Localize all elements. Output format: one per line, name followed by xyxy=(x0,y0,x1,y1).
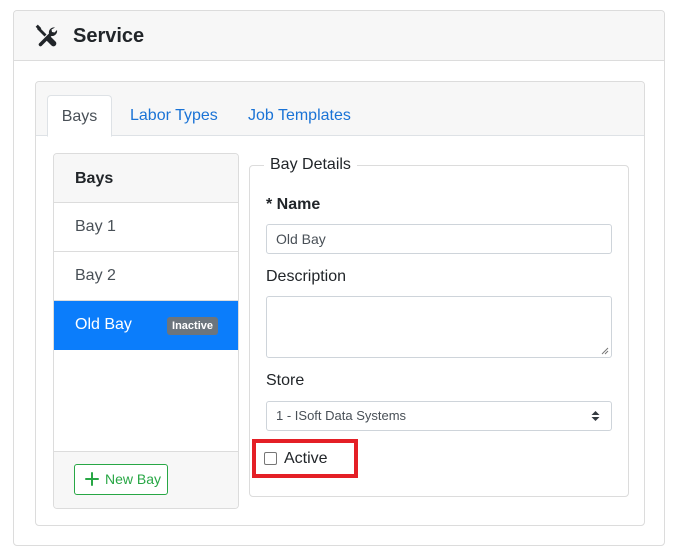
tools-icon xyxy=(35,24,58,47)
plus-icon xyxy=(85,472,99,486)
page-title: Service xyxy=(73,25,145,47)
bays-list-header: Bays xyxy=(54,154,238,203)
list-item-bay-2[interactable]: Bay 2 xyxy=(54,252,238,301)
store-label: Store xyxy=(266,372,305,389)
tab-bays[interactable]: Bays xyxy=(47,95,112,137)
card-header: Service xyxy=(14,11,664,61)
inactive-badge: Inactive xyxy=(167,317,218,335)
store-selected-value: 1 - ISoft Data Systems xyxy=(276,408,407,423)
store-select[interactable]: 1 - ISoft Data Systems xyxy=(266,401,612,431)
new-bay-button[interactable]: New Bay xyxy=(74,464,168,495)
description-textarea[interactable] xyxy=(266,296,612,358)
list-item-old-bay[interactable]: Old Bay Inactive xyxy=(54,301,238,350)
list-item-label: Bay 2 xyxy=(75,267,116,284)
active-checkbox[interactable] xyxy=(264,452,277,465)
resize-handle-icon[interactable] xyxy=(601,347,609,355)
select-arrows-icon xyxy=(591,411,600,421)
bays-list: Bays Bay 1 Bay 2 Old Bay Inactive New Ba… xyxy=(53,153,239,509)
tab-job-templates[interactable]: Job Templates xyxy=(248,95,351,137)
description-label: Description xyxy=(266,268,347,285)
name-label: * Name xyxy=(266,196,321,213)
list-item-bay-1[interactable]: Bay 1 xyxy=(54,203,238,252)
tab-bar: Bays Labor Types Job Templates xyxy=(36,82,644,137)
bay-details-legend: Bay Details xyxy=(264,155,357,175)
list-item-label: Old Bay xyxy=(75,316,132,333)
new-bay-label: New Bay xyxy=(105,471,162,487)
list-item-label: Bay 1 xyxy=(75,218,116,235)
active-checkbox-label[interactable]: Active xyxy=(284,450,328,468)
name-input[interactable]: Old Bay xyxy=(266,224,612,254)
tab-labor-types[interactable]: Labor Types xyxy=(130,95,218,137)
bays-list-footer: New Bay xyxy=(54,451,238,508)
